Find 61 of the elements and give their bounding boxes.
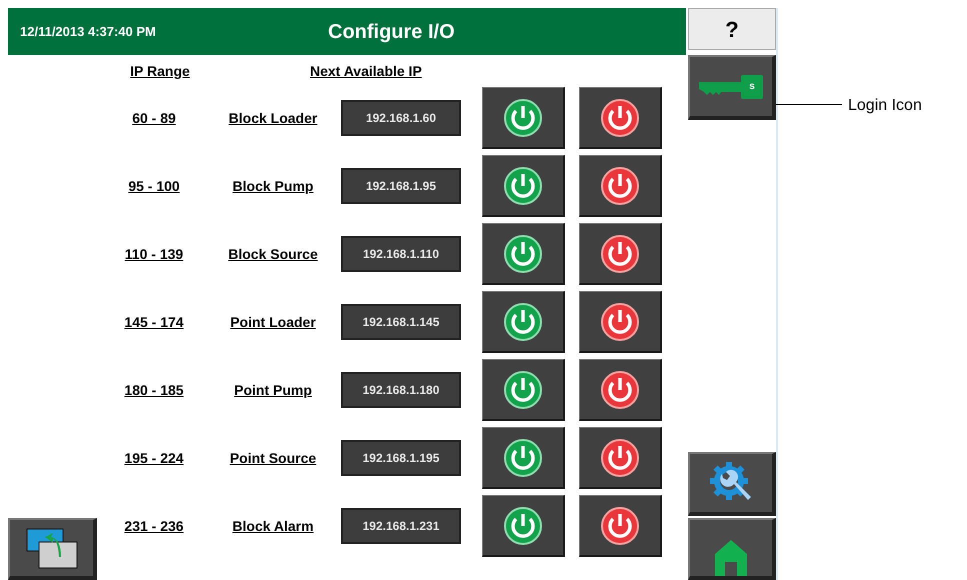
login-button[interactable]: s xyxy=(688,55,776,120)
power-icon xyxy=(601,370,639,408)
home-icon xyxy=(715,540,747,576)
ip-field[interactable]: 192.168.1.145 xyxy=(341,304,461,340)
ip-range: 231 - 236 xyxy=(123,516,185,536)
power-icon xyxy=(601,166,639,204)
power-off-button[interactable] xyxy=(579,223,662,285)
column-heading: Next Available IP xyxy=(310,62,422,80)
annotation-label: Login Icon xyxy=(848,96,922,116)
power-icon xyxy=(504,506,542,544)
power-icon xyxy=(504,438,542,476)
power-icon xyxy=(504,234,542,272)
screen-title: Configure I/O xyxy=(328,20,455,44)
power-icon xyxy=(601,506,639,544)
power-on-button[interactable] xyxy=(482,495,565,557)
power-on-button[interactable] xyxy=(482,155,565,217)
ip-field[interactable]: 192.168.1.60 xyxy=(341,100,461,136)
power-off-button[interactable] xyxy=(579,495,662,557)
ip-field[interactable]: 192.168.1.180 xyxy=(341,372,461,408)
device-name: Block Alarm xyxy=(231,516,315,536)
home-button[interactable] xyxy=(688,518,776,580)
device-name: Block Pump xyxy=(232,176,314,196)
power-on-button[interactable] xyxy=(482,427,565,489)
power-icon xyxy=(601,234,639,272)
power-icon xyxy=(601,98,639,136)
power-icon xyxy=(601,302,639,340)
device-name: Point Pump xyxy=(233,380,313,400)
power-icon xyxy=(504,302,542,340)
power-icon xyxy=(504,166,542,204)
ip-range: 110 - 139 xyxy=(124,244,184,264)
power-off-button[interactable] xyxy=(579,427,662,489)
power-icon xyxy=(601,438,639,476)
column-heading: IP Range xyxy=(129,62,191,81)
ip-field[interactable]: 192.168.1.110 xyxy=(341,236,461,272)
power-off-button[interactable] xyxy=(579,155,662,217)
power-off-button[interactable] xyxy=(579,291,662,353)
help-button[interactable]: ? xyxy=(688,8,776,50)
device-name: Point Source xyxy=(228,448,318,468)
ip-field[interactable]: 192.168.1.95 xyxy=(341,168,461,204)
ip-field[interactable]: 192.168.1.195 xyxy=(341,440,461,476)
power-on-button[interactable] xyxy=(482,223,565,285)
window-switch-button[interactable] xyxy=(8,518,97,580)
power-on-button[interactable] xyxy=(482,87,565,149)
ip-field[interactable]: 192.168.1.231 xyxy=(341,508,461,544)
leader-line xyxy=(776,104,842,105)
power-off-button[interactable] xyxy=(579,359,662,421)
device-name: Block Source xyxy=(227,244,319,264)
ip-range: 180 - 185 xyxy=(123,380,185,400)
power-icon xyxy=(504,98,542,136)
date-time: 12/11/2013 4:37:40 PM xyxy=(20,22,156,41)
power-icon xyxy=(504,370,542,408)
device-name: Point Loader xyxy=(229,312,317,332)
power-on-button[interactable] xyxy=(482,359,565,421)
ip-range: 95 - 100 xyxy=(127,176,181,196)
power-on-button[interactable] xyxy=(482,291,565,353)
ip-range: 60 - 89 xyxy=(131,108,177,128)
ip-range: 145 - 174 xyxy=(123,312,185,332)
settings-button[interactable] xyxy=(688,452,776,516)
power-off-button[interactable] xyxy=(579,87,662,149)
device-name: Block Loader xyxy=(228,108,318,128)
ip-range: 195 - 224 xyxy=(123,448,185,468)
